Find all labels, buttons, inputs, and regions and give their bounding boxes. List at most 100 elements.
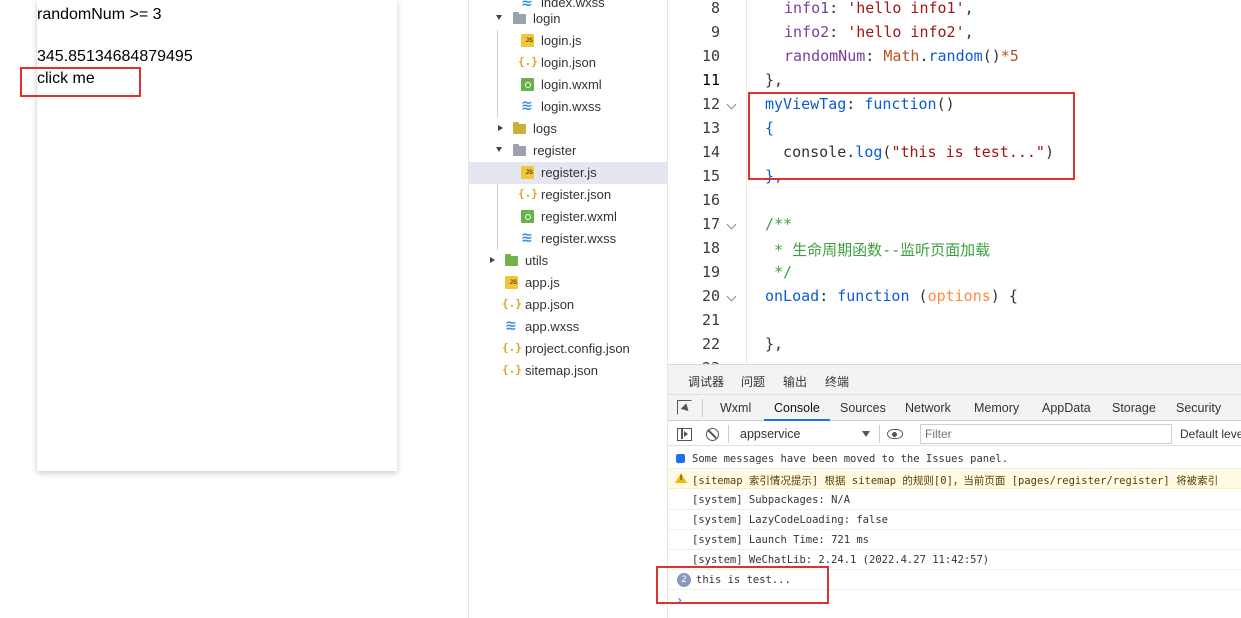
code-line[interactable]: 13 { [668,116,1241,140]
file-label: register.wxml [541,209,617,224]
console-prompt[interactable]: › [668,591,1241,611]
code-text: }, [765,335,783,353]
random-num-value-text: 345.85134684879495 [37,48,193,65]
code-text: * 生命周期函数--监听页面加载 [765,239,990,260]
console-message-info: Some messages have been moved to the Iss… [668,449,1241,469]
file-item-sitemap-json[interactable]: {.} sitemap.json [469,360,667,382]
filter-input[interactable] [920,424,1172,444]
file-item-login-js[interactable]: JS login.js [469,30,667,52]
code-line[interactable]: 17 /** [668,212,1241,236]
folder-item-login[interactable]: login [469,8,667,30]
line-number: 10 [701,47,720,65]
file-item-register-wxml[interactable]: register.wxml [469,206,667,228]
file-item-app-wxss[interactable]: ≋ app.wxss [469,316,667,338]
clear-console-icon[interactable] [706,428,719,441]
code-token: /** [765,215,793,233]
console-toolbar: appservice Default levels [668,422,1241,446]
fold-chevron-icon[interactable] [726,291,737,302]
wxss-file-icon: ≋ [521,98,533,114]
tab-network[interactable]: Network [905,401,951,415]
file-label: register.wxss [541,231,617,246]
code-token: }, [765,167,784,185]
debugger-top-tabs: 调试器 问题 输出 终端 [668,365,1241,395]
tab-terminal[interactable]: 终端 [825,373,849,390]
folder-item-logs[interactable]: logs [469,118,667,140]
line-number: 14 [701,143,720,161]
code-line[interactable]: 10 randomNum: Math.random()*5 [668,44,1241,68]
file-item-app-js[interactable]: JS app.js [469,272,667,294]
code-line[interactable]: 20 onLoad: function (options) { [668,284,1241,308]
code-token: * 生命周期函数--监听页面加载 [765,241,991,259]
sidebar-toggle-icon[interactable] [677,428,692,441]
message-text: [system] WeChatLib: 2.24.1 (2022.4.27 11… [692,554,990,566]
file-item-project-config-json[interactable]: {.} project.config.json [469,338,667,360]
code-line[interactable]: 18 * 生命周期函数--监听页面加载 [668,236,1241,260]
folder-item-utils[interactable]: utils [469,250,667,272]
file-item-login-json[interactable]: {.} login.json [469,52,667,74]
phone-screen: randomNum >= 3 345.85134684879495 click … [37,0,397,471]
code-token: , [964,23,974,41]
eye-icon[interactable] [887,429,903,439]
tab-issues[interactable]: 问题 [741,373,765,390]
json-file-icon: {.} [502,341,522,354]
code-line[interactable]: 14 console.log("this is test...") [668,140,1241,164]
code-token: function [837,287,910,305]
code-token: onLoad [765,287,820,305]
code-text: }, [765,71,783,89]
tab-output[interactable]: 输出 [783,373,807,390]
code-editor[interactable]: 8 info1: 'hello info1', 9 info2: 'hello inf… [668,0,1241,364]
chevron-down-icon [496,147,502,152]
code-text: */ [765,263,792,281]
file-label: login.json [541,55,596,70]
code-line[interactable]: 8 info1: 'hello info1', [668,0,1241,20]
tab-memory[interactable]: Memory [974,401,1019,415]
fold-chevron-icon[interactable] [726,219,737,230]
js-file-icon: JS [505,276,518,289]
file-item-app-json[interactable]: {.} app.json [469,294,667,316]
code-line[interactable]: 9 info2: 'hello info2', [668,20,1241,44]
message-text: [system] Launch Time: 721 ms [692,534,870,546]
file-item-login-wxml[interactable]: login.wxml [469,74,667,96]
code-token: () [982,47,1001,65]
console-message-log: [system] LazyCodeLoading: false [668,510,1241,530]
tab-wxml[interactable]: Wxml [720,401,751,415]
code-line[interactable]: 12 myViewTag: function() [668,92,1241,116]
tab-storage[interactable]: Storage [1112,401,1156,415]
file-item-register-wxss[interactable]: ≋ register.wxss [469,228,667,250]
code-line[interactable]: 19 */ [668,260,1241,284]
file-item-register-js[interactable]: JS register.js [469,162,667,184]
code-token: : [846,95,865,113]
code-line[interactable]: 23 [668,356,1241,364]
json-file-icon: {.} [518,187,538,200]
context-value: appservice [740,427,801,441]
tab-sources[interactable]: Sources [840,401,886,415]
code-text: info1: 'hello info1', [784,0,974,17]
tab-console[interactable]: Console [764,401,830,421]
code-text: myViewTag: function() [765,95,955,113]
file-item-register-json[interactable]: {.} register.json [469,184,667,206]
click-me-button[interactable]: click me [37,70,95,88]
line-number: 17 [701,215,720,233]
tab-security[interactable]: Security [1176,401,1221,415]
code-line[interactable]: 22}, [668,332,1241,356]
tab-debugger[interactable]: 调试器 [688,373,724,390]
inspect-element-icon[interactable] [677,400,692,415]
code-token: info1 [784,0,830,17]
context-selector[interactable]: appservice [736,424,872,444]
simulator-panel: randomNum >= 3 345.85134684879495 click … [0,0,468,618]
folder-item-register[interactable]: register [469,140,667,162]
random-num-condition-text: randomNum >= 3 [37,6,162,23]
code-line[interactable]: 16 [668,188,1241,212]
json-file-icon: {.} [502,297,522,310]
log-levels-dropdown[interactable]: Default levels [1180,427,1241,441]
code-line[interactable]: 15}, [668,164,1241,188]
js-file-icon: JS [521,34,534,47]
file-item-login-wxss[interactable]: ≋ login.wxss [469,96,667,118]
code-line[interactable]: 11}, [668,68,1241,92]
code-line[interactable]: 21 [668,308,1241,332]
tab-appdata[interactable]: AppData [1042,401,1091,415]
fold-chevron-icon[interactable] [726,99,737,110]
file-label: app.json [525,297,575,312]
code-text: }, [765,167,783,185]
toolbar-divider [702,399,703,417]
